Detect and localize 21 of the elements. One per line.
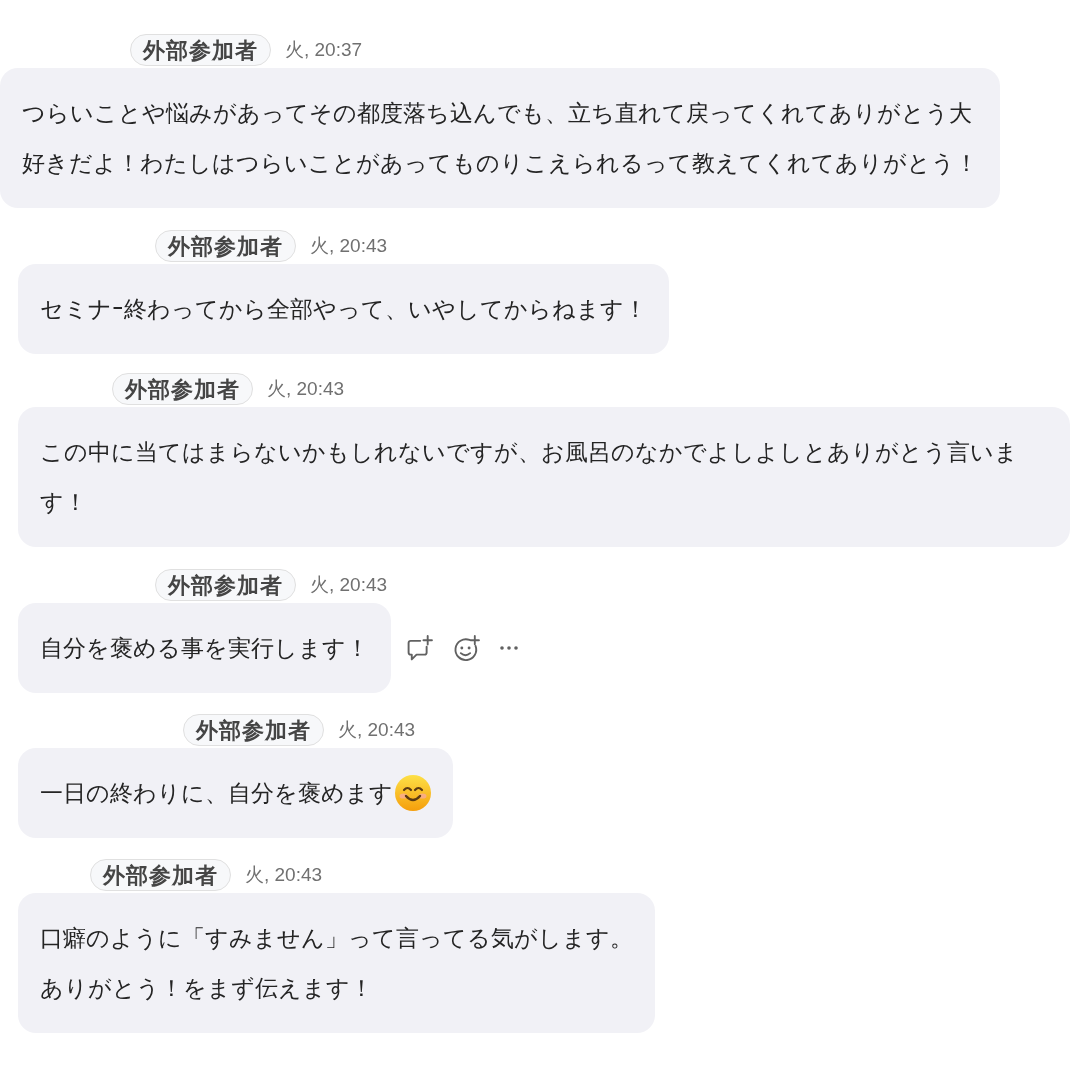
message-text: 口癖のように「すみません」って言ってる気がします。 ありがとう！をまず伝えます！	[40, 924, 633, 1003]
external-participant-badge: 外部参加者	[155, 230, 296, 262]
external-participant-badge: 外部参加者	[90, 859, 231, 891]
message-text: つらいことや悩みがあってその都度落ち込んでも、立ち直れて戻ってくれてありがとう大 好きだよ！わたしはつらいことがあってものりこえられるって教えてくれてありがとう！	[22, 99, 978, 178]
message-time: 火, 20:43	[310, 572, 388, 597]
message-text: 自分を褒める事を実行します！	[40, 634, 369, 663]
external-participant-badge: 外部参加者	[155, 569, 296, 601]
message-time: 火, 20:43	[310, 233, 388, 258]
reply-plus-icon[interactable]	[407, 635, 433, 661]
more-options-icon[interactable]	[500, 646, 518, 650]
message-text: セミナｰ終わってから全部やって、いやしてからねます！	[40, 295, 647, 324]
message-time: 火, 20:43	[267, 376, 345, 401]
message-time: 火, 20:37	[285, 37, 363, 62]
external-participant-badge: 外部参加者	[112, 373, 253, 405]
external-participant-badge: 外部参加者	[130, 34, 271, 66]
message-text: この中に当てはまらないかもしれないですが、お風呂のなかでよしよしとありがとう言いま す！	[40, 438, 1018, 517]
emoji-plus-icon[interactable]	[453, 634, 480, 662]
message-time: 火, 20:43	[245, 862, 323, 887]
message-text: 一日の終わりに、自分を褒めます	[40, 779, 393, 808]
message-time: 火, 20:43	[338, 717, 416, 742]
external-participant-badge: 外部参加者	[183, 714, 324, 746]
